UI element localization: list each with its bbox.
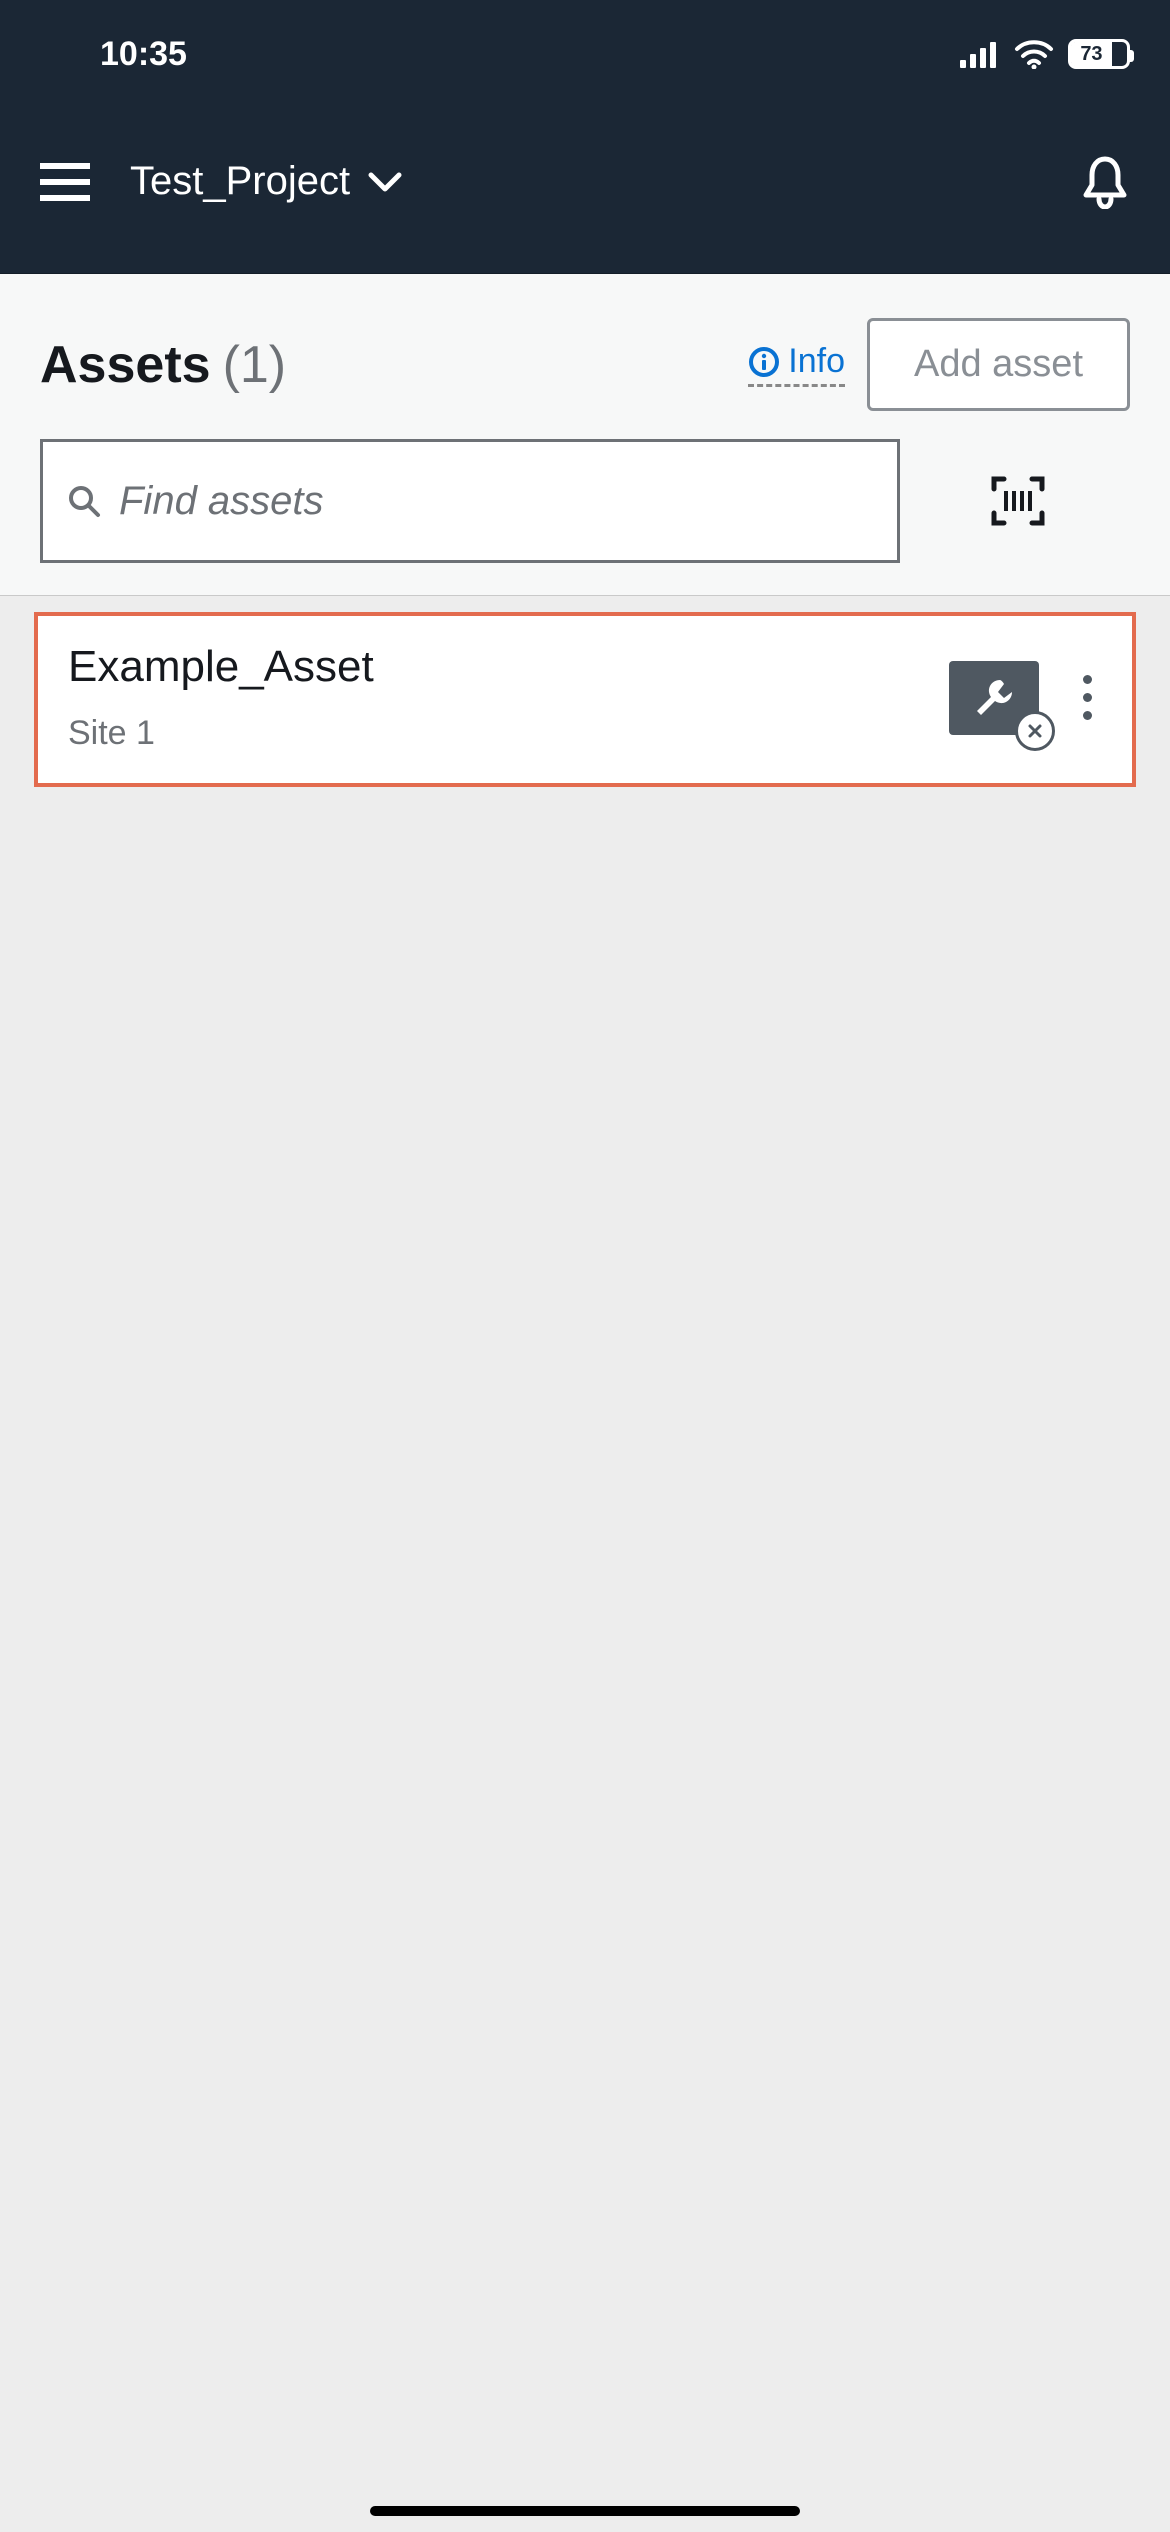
wifi-icon xyxy=(1014,39,1054,69)
home-indicator xyxy=(370,2506,800,2516)
page-title: Assets xyxy=(40,335,211,395)
project-selector[interactable]: Test_Project xyxy=(130,159,402,204)
wrench-status-icon xyxy=(949,661,1039,735)
search-box[interactable] xyxy=(40,439,900,563)
info-label: Info xyxy=(788,342,845,381)
info-icon xyxy=(748,346,780,378)
asset-site: Site 1 xyxy=(68,714,949,753)
project-name: Test_Project xyxy=(130,159,350,204)
status-right: 73 xyxy=(960,39,1130,69)
nav-bar: Test_Project xyxy=(0,90,1170,274)
battery-icon: 73 xyxy=(1068,39,1130,69)
menu-button[interactable] xyxy=(40,163,90,201)
asset-count: (1) xyxy=(223,335,287,395)
info-link[interactable]: Info xyxy=(748,342,845,387)
asset-row[interactable]: Example_Asset Site 1 xyxy=(34,612,1136,787)
asset-more-button[interactable] xyxy=(1073,665,1102,730)
search-icon xyxy=(67,484,101,518)
header-title-row: Assets (1) Info Add asset xyxy=(40,318,1130,411)
search-input[interactable] xyxy=(119,479,873,524)
battery-level: 73 xyxy=(1071,42,1112,66)
status-bar: 10:35 73 xyxy=(0,0,1170,90)
asset-name: Example_Asset xyxy=(68,642,949,692)
search-row xyxy=(40,439,1130,563)
cellular-icon xyxy=(960,40,1000,68)
asset-text: Example_Asset Site 1 xyxy=(68,642,949,753)
notifications-button[interactable] xyxy=(1080,155,1130,209)
x-badge-icon xyxy=(1015,711,1055,751)
add-asset-button[interactable]: Add asset xyxy=(867,318,1130,411)
page-header: Assets (1) Info Add asset xyxy=(0,274,1170,596)
barcode-scan-button[interactable] xyxy=(990,475,1046,527)
status-time: 10:35 xyxy=(100,35,187,74)
chevron-down-icon xyxy=(368,171,402,193)
